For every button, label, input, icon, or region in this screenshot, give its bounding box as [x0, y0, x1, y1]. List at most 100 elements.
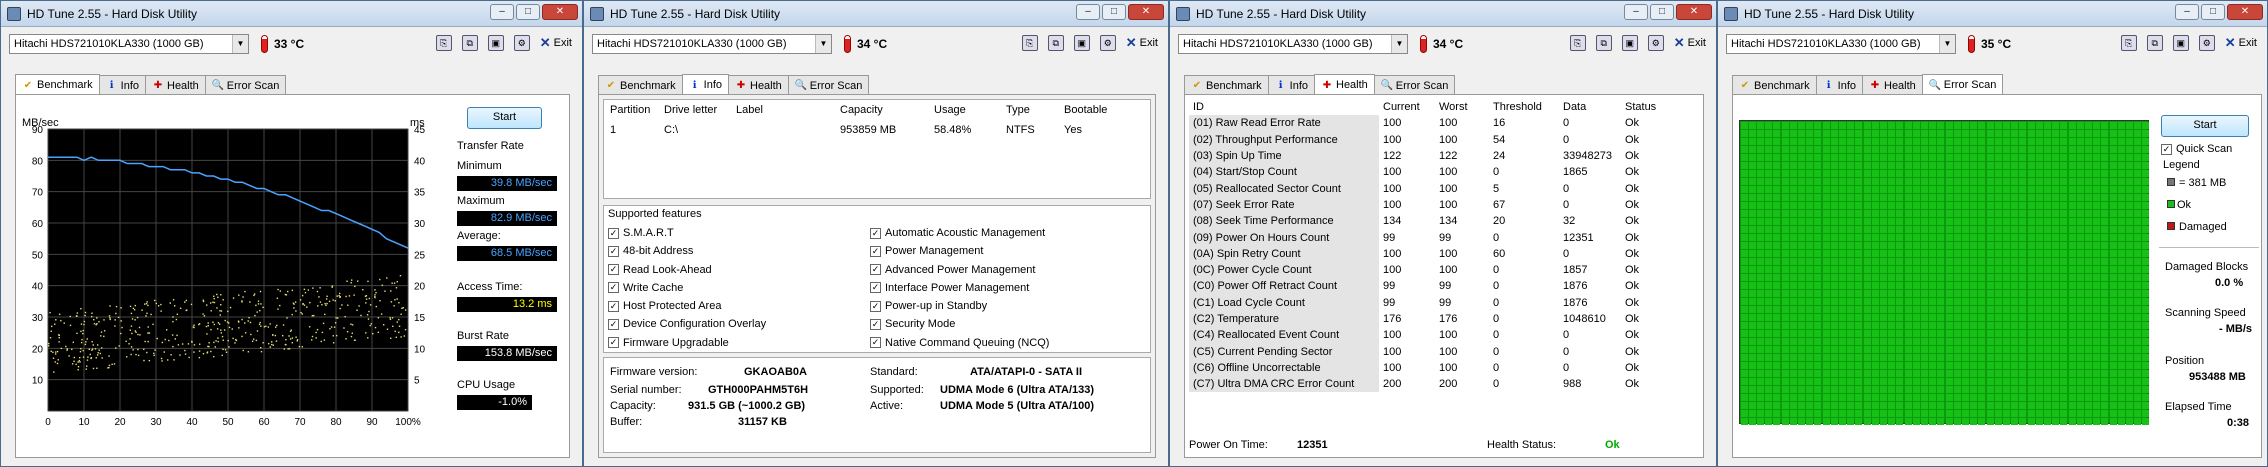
drive-select[interactable]: Hitachi HDS721010KLA330 (1000 GB) ▼: [1178, 34, 1408, 54]
maximize-button[interactable]: □: [516, 4, 540, 20]
table-row[interactable]: (01) Raw Read Error Rate 100 100 16 0 Ok: [1189, 115, 1697, 132]
maximize-button[interactable]: □: [1102, 4, 1126, 20]
column-header[interactable]: Partition: [604, 100, 664, 120]
minimize-button[interactable]: –: [2175, 4, 2199, 20]
table-row[interactable]: (0A) Spin Retry Count 100 100 60 0 Ok: [1189, 245, 1697, 262]
column-header[interactable]: Bootable: [1064, 100, 1124, 120]
close-button[interactable]: ✕: [542, 4, 578, 20]
copy-screenshot-icon[interactable]: ⧉: [2146, 35, 2163, 51]
tab-health[interactable]: ✚ Health: [1862, 75, 1923, 95]
start-button[interactable]: Start: [467, 107, 542, 129]
save-icon[interactable]: ▣: [487, 35, 504, 51]
tab-error-scan[interactable]: 🔍 Error Scan: [1373, 75, 1456, 95]
table-row[interactable]: (08) Seek Time Performance 134 134 20 32 Ok: [1189, 213, 1697, 230]
column-header[interactable]: Threshold: [1489, 99, 1559, 115]
close-button[interactable]: ✕: [1676, 4, 1712, 20]
drive-select[interactable]: Hitachi HDS721010KLA330 (1000 GB) ▼: [1726, 34, 1956, 54]
scan-block: [1994, 337, 2002, 345]
exit-button[interactable]: ✕ Exit: [2225, 35, 2257, 51]
tab-info[interactable]: ℹ Info: [1815, 75, 1863, 95]
table-row[interactable]: (C1) Load Cycle Count 99 99 0 1876 Ok: [1189, 294, 1697, 311]
title-bar[interactable]: HD Tune 2.55 - Hard Disk Utility – □ ✕: [584, 1, 1168, 27]
title-bar[interactable]: HD Tune 2.55 - Hard Disk Utility – □ ✕: [1718, 1, 2267, 27]
column-header[interactable]: Capacity: [840, 100, 934, 120]
threshold-cell: 60: [1493, 247, 1506, 260]
options-icon[interactable]: ⚙: [2198, 35, 2215, 51]
tab-error-scan[interactable]: 🔍 Error Scan: [1921, 74, 2004, 95]
table-row[interactable]: (C5) Current Pending Sector 100 100 0 0 Ok: [1189, 343, 1697, 360]
column-header[interactable]: Label: [736, 100, 840, 120]
chevron-down-icon[interactable]: ▼: [1939, 35, 1955, 53]
start-button[interactable]: Start: [2161, 115, 2249, 137]
copy-text-icon[interactable]: ⎘: [435, 35, 452, 51]
table-row[interactable]: (C7) Ultra DMA CRC Error Count 200 200 0 988…: [1189, 376, 1697, 393]
table-row[interactable]: 1 C:\ 953859 MB 58.48% NTFS Yes: [604, 120, 1124, 140]
table-row[interactable]: (03) Spin Up Time 122 122 24 33948273 Ok: [1189, 147, 1697, 165]
copy-screenshot-icon[interactable]: ⧉: [461, 35, 478, 51]
exit-button[interactable]: ✕ Exit: [540, 35, 572, 51]
close-button[interactable]: ✕: [1128, 4, 1164, 20]
table-row[interactable]: (07) Seek Error Rate 100 100 67 0 Ok: [1189, 196, 1697, 214]
tab-info[interactable]: ℹ Info: [681, 74, 729, 95]
column-header[interactable]: Type: [1006, 100, 1064, 120]
copy-screenshot-icon[interactable]: ⧉: [1047, 35, 1064, 51]
column-header[interactable]: Status: [1621, 99, 1697, 115]
copy-text-icon[interactable]: ⎘: [1569, 35, 1586, 51]
minimize-button[interactable]: –: [490, 4, 514, 20]
chevron-down-icon[interactable]: ▼: [232, 35, 248, 53]
save-icon[interactable]: ▣: [2172, 35, 2189, 51]
chevron-down-icon[interactable]: ▼: [1391, 35, 1407, 53]
column-header[interactable]: Data: [1559, 99, 1621, 115]
save-icon[interactable]: ▣: [1073, 35, 1090, 51]
title-bar[interactable]: HD Tune 2.55 - Hard Disk Utility – □ ✕: [1, 1, 582, 27]
minimize-button[interactable]: –: [1076, 4, 1100, 20]
column-header[interactable]: Worst: [1435, 99, 1489, 115]
column-header[interactable]: ID: [1189, 99, 1379, 115]
partition-list[interactable]: Partition Drive letter Label Capacity Us…: [603, 99, 1151, 199]
scan-block: [2084, 297, 2093, 305]
drive-select[interactable]: Hitachi HDS721010KLA330 (1000 GB) ▼: [9, 34, 249, 54]
tab-benchmark[interactable]: ✔ Benchmark: [1732, 75, 1817, 95]
tab-benchmark[interactable]: ✔ Benchmark: [15, 74, 100, 95]
tab-info[interactable]: ℹ Info: [1267, 75, 1315, 95]
tab-benchmark[interactable]: ✔ Benchmark: [1184, 75, 1269, 95]
maximize-button[interactable]: □: [2201, 4, 2225, 20]
column-header[interactable]: Drive letter: [664, 100, 736, 120]
table-row[interactable]: (05) Reallocated Sector Count 100 100 5 0 Ok: [1189, 180, 1697, 197]
tab-benchmark[interactable]: ✔ Benchmark: [598, 75, 683, 95]
save-icon[interactable]: ▣: [1621, 35, 1638, 51]
column-header[interactable]: Usage: [934, 100, 1006, 120]
table-row[interactable]: (04) Start/Stop Count 100 100 0 1865 Ok: [1189, 164, 1697, 181]
minimize-button[interactable]: –: [1624, 4, 1648, 20]
tab-health[interactable]: ✚ Health: [1314, 74, 1375, 95]
table-row[interactable]: (C4) Reallocated Event Count 100 100 0 0 Ok: [1189, 327, 1697, 344]
table-row[interactable]: (0C) Power Cycle Count 100 100 0 1857 Ok: [1189, 261, 1697, 279]
options-icon[interactable]: ⚙: [1099, 35, 1116, 51]
table-row[interactable]: (C2) Temperature 176 176 0 1048610 Ok: [1189, 310, 1697, 328]
table-row[interactable]: (C0) Power Off Retract Count 99 99 0 1876 Ok: [1189, 278, 1697, 295]
tab-error-scan[interactable]: 🔍 Error Scan: [787, 75, 870, 95]
exit-button[interactable]: ✕ Exit: [1126, 35, 1158, 51]
maximize-button[interactable]: □: [1650, 4, 1674, 20]
scan-block: [2027, 185, 2035, 193]
access-time-point: [172, 316, 174, 318]
quick-scan-checkbox[interactable]: ✓ Quick Scan: [2161, 143, 2232, 155]
options-icon[interactable]: ⚙: [513, 35, 530, 51]
table-row[interactable]: (C6) Offline Uncorrectable 100 100 0 0 Ok: [1189, 359, 1697, 377]
copy-text-icon[interactable]: ⎘: [2120, 35, 2137, 51]
column-header[interactable]: Current: [1379, 99, 1435, 115]
copy-screenshot-icon[interactable]: ⧉: [1595, 35, 1612, 51]
close-button[interactable]: ✕: [2227, 4, 2263, 20]
exit-button[interactable]: ✕ Exit: [1674, 35, 1706, 51]
drive-select[interactable]: Hitachi HDS721010KLA330 (1000 GB) ▼: [592, 34, 832, 54]
table-row[interactable]: (09) Power On Hours Count 99 99 0 12351 Ok: [1189, 229, 1697, 246]
title-bar[interactable]: HD Tune 2.55 - Hard Disk Utility – □ ✕: [1170, 1, 1716, 27]
tab-health[interactable]: ✚ Health: [728, 75, 789, 95]
table-row[interactable]: (02) Throughput Performance 100 100 54 0 Ok: [1189, 131, 1697, 148]
tab-health[interactable]: ✚ Health: [145, 75, 206, 95]
copy-text-icon[interactable]: ⎘: [1021, 35, 1038, 51]
options-icon[interactable]: ⚙: [1647, 35, 1664, 51]
tab-info[interactable]: ℹ Info: [98, 75, 146, 95]
chevron-down-icon[interactable]: ▼: [815, 35, 831, 53]
tab-error-scan[interactable]: 🔍 Error Scan: [204, 75, 287, 95]
